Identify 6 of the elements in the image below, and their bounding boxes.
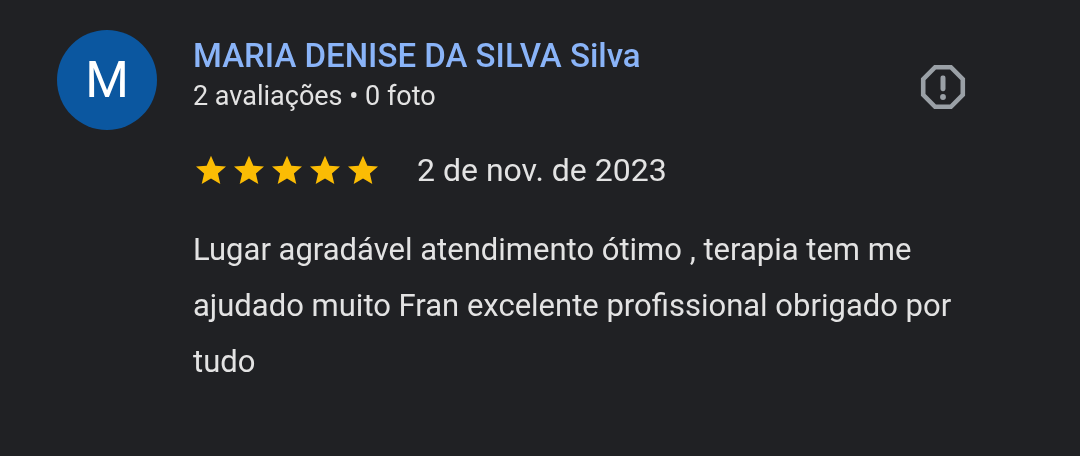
avatar: M: [57, 30, 157, 130]
review-text: Lugar agradável atendimento ótimo , terapia tem me ajudado muito Fran excelente profissional obrigado por tudo: [193, 230, 953, 382]
author-stats: 2 avaliações • 0 foto: [193, 79, 437, 114]
author-name[interactable]: MARIA DENISE DA SILVA Silva: [193, 36, 641, 76]
review-date: 2 de nov. de 2023: [417, 150, 667, 190]
report-icon[interactable]: [918, 62, 968, 112]
